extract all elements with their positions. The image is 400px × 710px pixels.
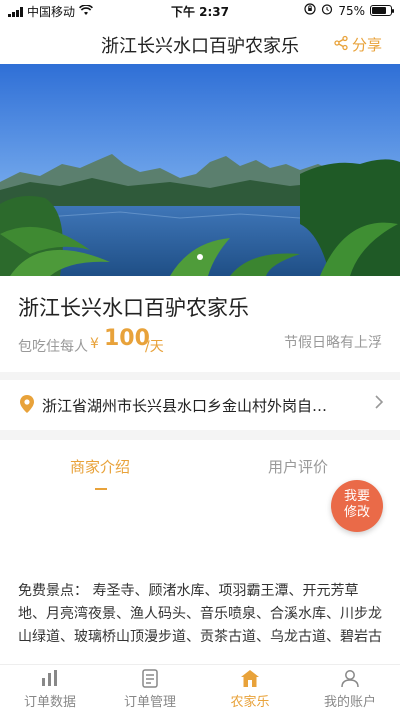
address-text: 浙江省湖州市长兴县水口乡金山村外岗自… [42, 397, 328, 415]
active-tab-indicator [95, 488, 107, 490]
tab-merchant-intro[interactable]: 商家介绍 [70, 456, 130, 477]
share-button[interactable]: 分享 [333, 34, 382, 55]
section-divider [0, 430, 400, 440]
tabbar-label: 订单管理 [123, 695, 176, 710]
carousel-dot[interactable] [197, 254, 203, 260]
alarm-icon [321, 3, 333, 18]
hero-image-carousel[interactable] [0, 64, 400, 276]
price-label: 包吃住每人 [18, 339, 88, 355]
edit-button-line1: 我要 [343, 489, 370, 504]
tabbar-item-my-account[interactable]: 我的账户 [300, 667, 400, 710]
battery-icon [370, 5, 394, 16]
edit-button[interactable]: 我要 修改 [331, 480, 383, 532]
tabbar-item-order-management[interactable]: 订单管理 [100, 667, 200, 710]
tabbar-label: 订单数据 [23, 695, 76, 710]
tab-user-reviews[interactable]: 用户评价 [268, 456, 328, 477]
price-unit: /天 [145, 339, 164, 355]
home-icon [200, 667, 300, 689]
user-icon [300, 667, 400, 689]
tabbar-item-farmhouse[interactable]: 农家乐 [200, 667, 300, 710]
chart-icon [0, 667, 100, 689]
address-row[interactable]: 浙江省湖州市长兴县水口乡金山村外岗自… [0, 380, 400, 430]
chevron-right-icon [374, 394, 384, 415]
price-value: 100 [104, 326, 150, 351]
tabbar-label: 农家乐 [230, 695, 270, 710]
tabbar-item-order-data[interactable]: 订单数据 [0, 667, 100, 710]
price-row: 包吃住每人 ¥ 100 /天 节假日略有上浮 [18, 326, 382, 360]
status-bar: 中国移动 下午 2:37 75% [0, 0, 400, 22]
edit-button-line2: 修改 [343, 505, 370, 520]
merchant-description: 免费景点： 寿圣寺、顾渚水库、项羽霸王潭、开元芳草地、月亮湾夜景、渔人码头、音乐… [18, 583, 382, 645]
share-label: 分享 [351, 36, 382, 54]
location-pin-icon [20, 395, 34, 417]
share-icon [333, 35, 349, 55]
landscape-image [0, 64, 400, 276]
document-icon [100, 667, 200, 689]
section-divider [0, 372, 400, 380]
listing-name: 浙江长兴水口百驴农家乐 [18, 296, 249, 320]
tabbar-label: 我的账户 [323, 695, 376, 710]
nav-bar: 浙江长兴水口百驴农家乐 分享 [0, 22, 400, 64]
rotation-lock-icon [304, 3, 316, 18]
battery-percent: 75% [338, 3, 365, 18]
bottom-tab-bar: 订单数据 订单管理 农家乐 我的账户 [0, 664, 400, 710]
price-currency: ¥ [90, 336, 99, 352]
holiday-note: 节假日略有上浮 [284, 335, 382, 351]
